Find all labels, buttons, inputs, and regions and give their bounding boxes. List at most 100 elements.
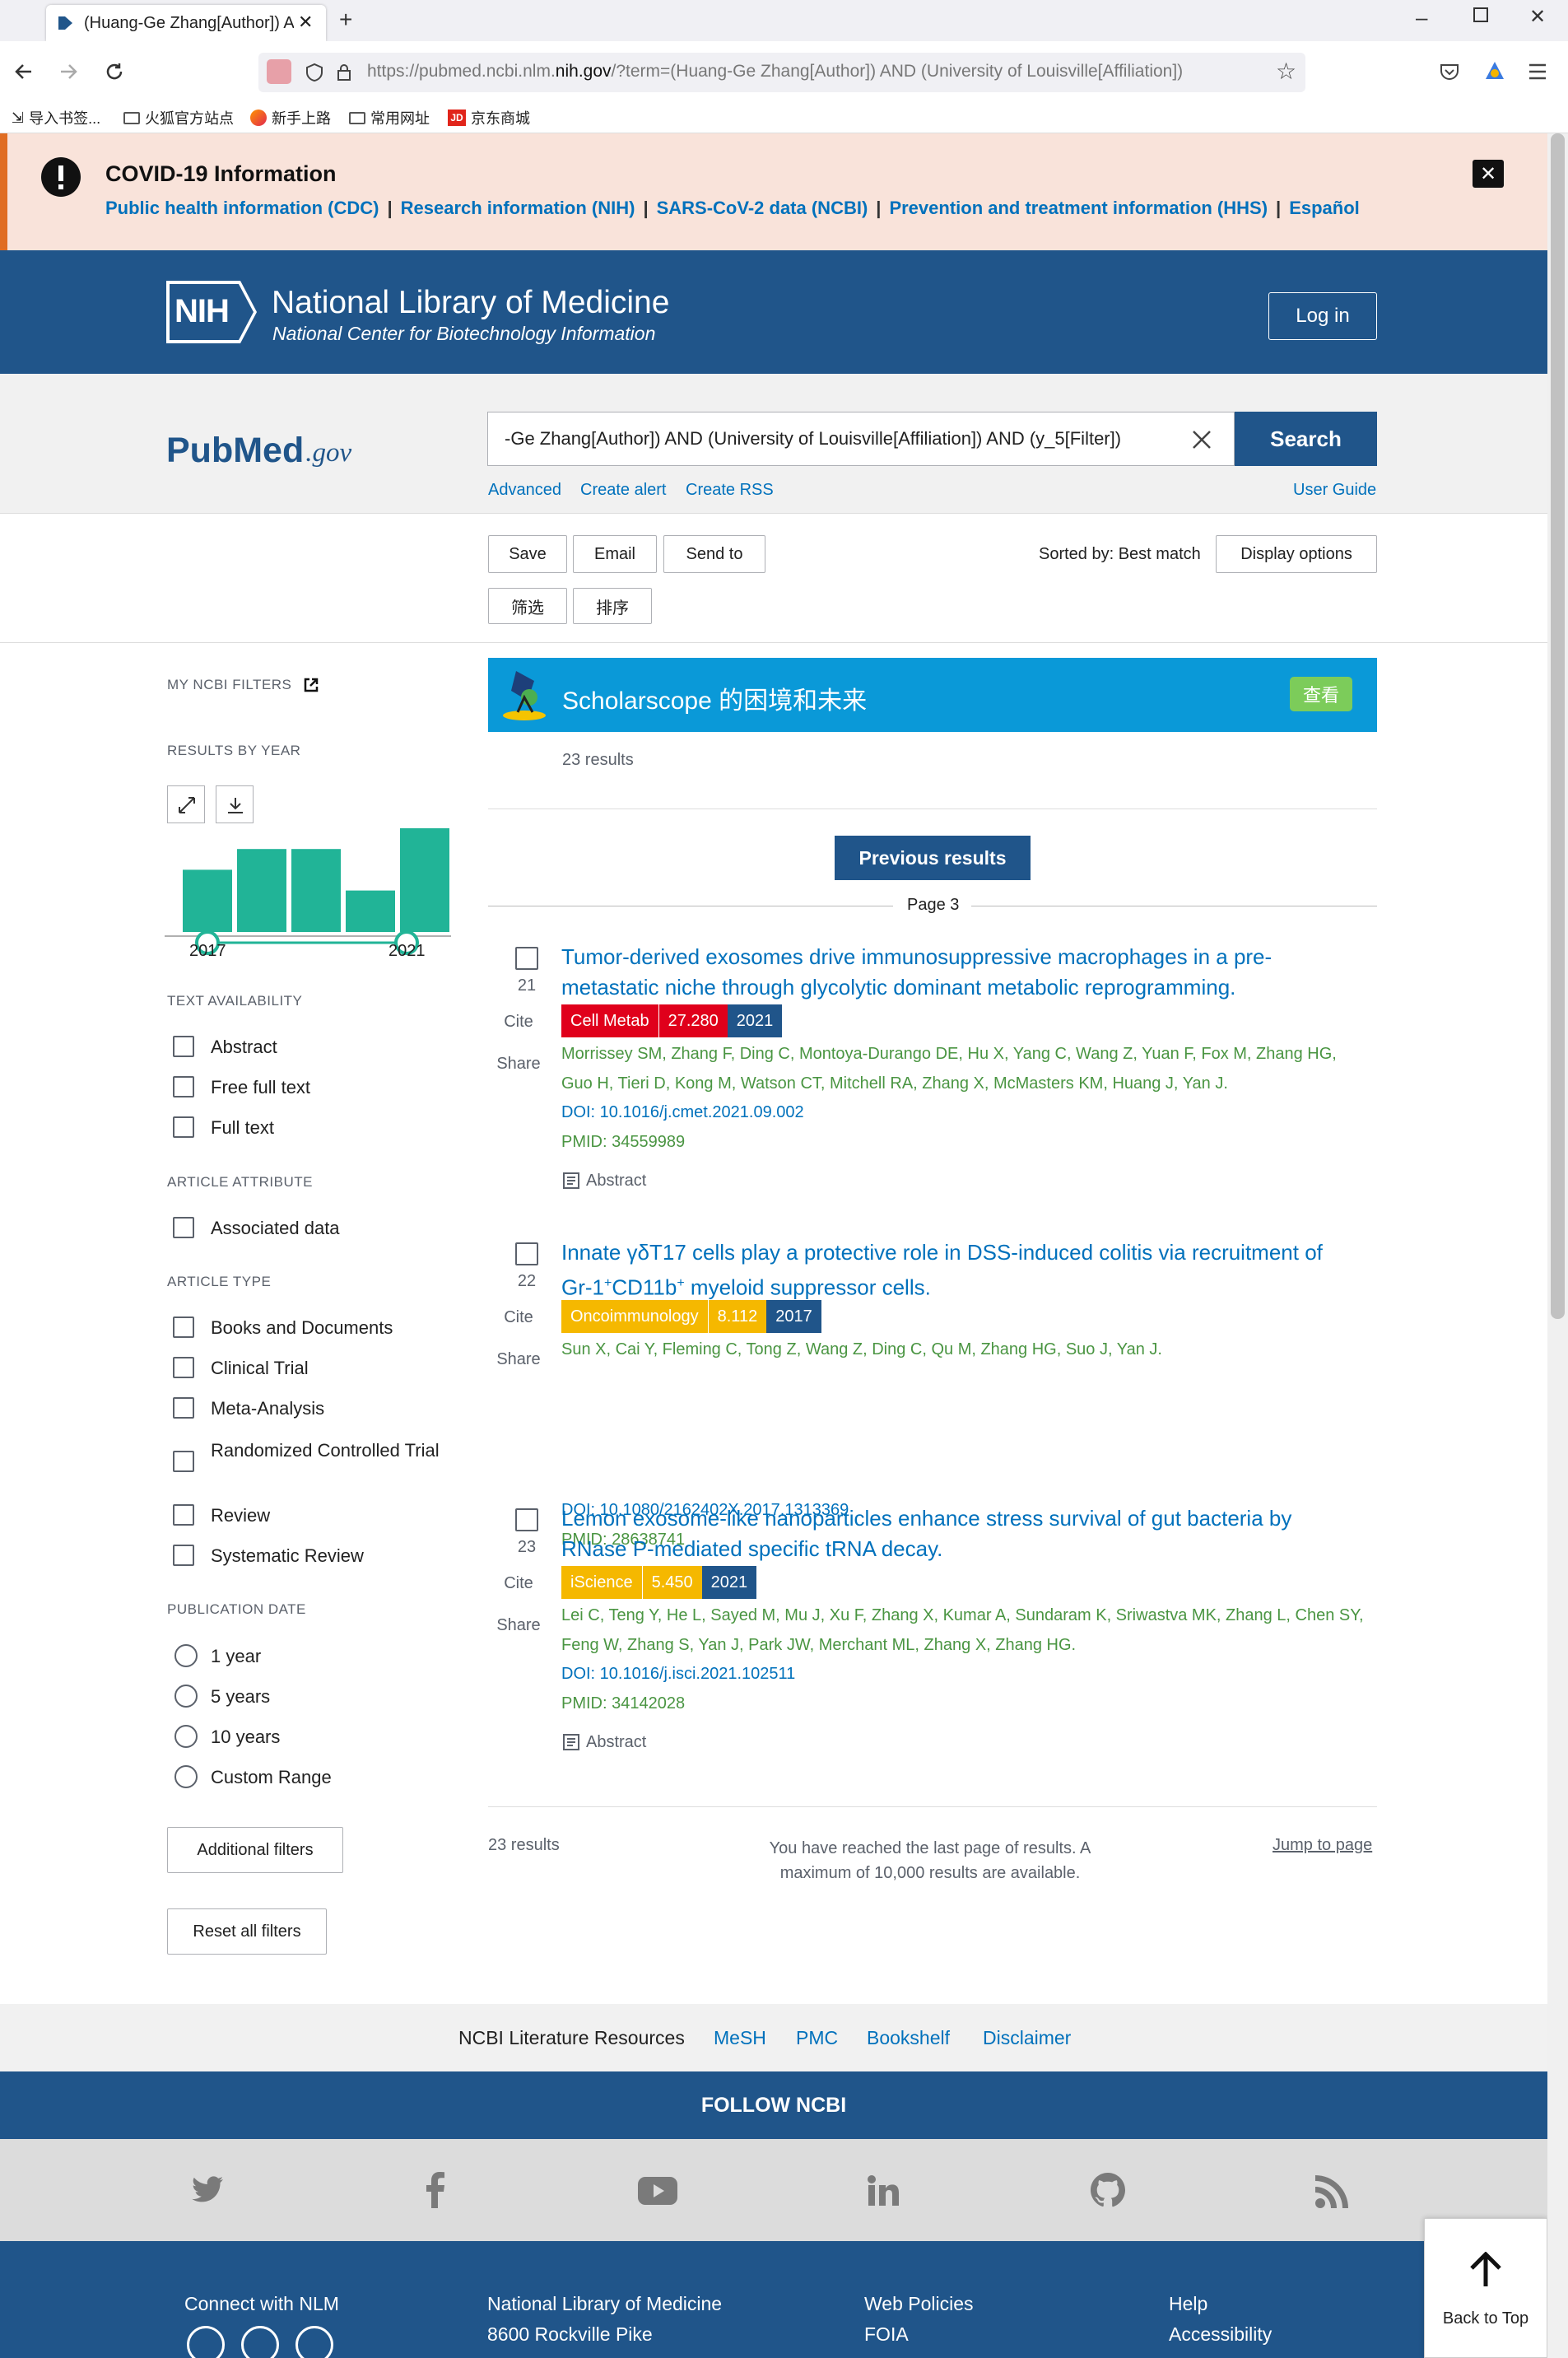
forward-icon[interactable] <box>58 61 79 82</box>
send-to-button[interactable]: Send to <box>663 535 765 573</box>
article-title-link[interactable]: Tumor-derived exosomes drive immunosuppr… <box>561 942 1372 1003</box>
user-guide-link[interactable]: User Guide <box>1293 481 1376 500</box>
additional-filters-button[interactable]: Additional filters <box>167 1827 343 1873</box>
review-checkbox[interactable] <box>173 1504 194 1526</box>
new-tab-icon[interactable]: + <box>339 7 352 33</box>
create-alert-link[interactable]: Create alert <box>580 481 667 500</box>
covid-link-espanol[interactable]: Español <box>1289 198 1360 219</box>
web-policies-link[interactable]: Web Policies <box>864 2289 974 2319</box>
bookmark-firefox-site[interactable]: 火狐官方站点 <box>123 107 234 128</box>
login-button[interactable]: Log in <box>1268 292 1377 340</box>
tab-close-icon[interactable]: ✕ <box>298 12 313 33</box>
menu-icon[interactable] <box>1528 63 1547 81</box>
article-select-checkbox[interactable] <box>515 1242 538 1265</box>
covid-link-ncbi[interactable]: SARS-CoV-2 data (NCBI) <box>657 198 868 219</box>
display-options-button[interactable]: Display options <box>1216 535 1377 573</box>
permissions-icon[interactable] <box>267 59 291 84</box>
bookmark-star-icon[interactable]: ☆ <box>1276 58 1296 85</box>
jump-to-page-link[interactable]: Jump to page <box>1273 1836 1372 1855</box>
twitter-icon[interactable] <box>192 2175 225 2205</box>
cite-link[interactable]: Cite <box>494 1574 543 1593</box>
scrollbar[interactable] <box>1547 133 1568 2358</box>
date-custom-radio[interactable] <box>174 1765 198 1788</box>
window-close-icon[interactable]: ✕ <box>1529 5 1546 29</box>
youtube-icon[interactable] <box>638 2177 677 2205</box>
article-doi[interactable]: DOI: 10.1016/j.cmet.2021.09.002 <box>561 1103 804 1122</box>
year-bar-2021[interactable] <box>400 828 449 932</box>
scholarscope-banner[interactable]: Scholarscope 的困境和未来 查看 <box>488 658 1377 732</box>
sort-button[interactable]: 排序 <box>573 588 652 624</box>
systematic-review-checkbox[interactable] <box>173 1545 194 1566</box>
abstract-checkbox[interactable] <box>173 1036 194 1057</box>
abstract-toggle[interactable]: Abstract <box>561 1171 646 1191</box>
article-select-checkbox[interactable] <box>515 947 538 970</box>
year-bar-2019[interactable] <box>291 849 341 932</box>
footer-bookshelf-link[interactable]: Bookshelf <box>867 2027 950 2049</box>
linkedin-icon[interactable] <box>868 2175 899 2207</box>
footer-mesh-link[interactable]: MeSH <box>714 2027 766 2049</box>
filter-button[interactable]: 筛选 <box>488 588 567 624</box>
foia-link[interactable]: FOIA <box>864 2319 909 2350</box>
full-text-checkbox[interactable] <box>173 1116 194 1138</box>
back-to-top-button[interactable]: Back to Top <box>1424 2218 1547 2358</box>
close-banner-icon[interactable]: ✕ <box>1473 160 1504 188</box>
results-by-year-chart[interactable] <box>165 784 453 1072</box>
article-title-link[interactable]: Innate γδT17 cells play a protective rol… <box>561 1237 1372 1303</box>
footer-pmc-link[interactable]: PMC <box>796 2027 838 2049</box>
create-rss-link[interactable]: Create RSS <box>686 481 774 500</box>
cite-link[interactable]: Cite <box>494 1308 543 1327</box>
save-button[interactable]: Save <box>488 535 567 573</box>
search-input[interactable]: -Ge Zhang[Author]) AND (University of Lo… <box>487 412 1235 466</box>
back-icon[interactable] <box>13 61 35 82</box>
share-link[interactable]: Share <box>494 1055 543 1074</box>
pubmed-logo[interactable]: Pub Med .gov <box>166 413 351 471</box>
browser-tab[interactable]: (Huang-Ge Zhang[Author]) A ✕ <box>46 5 326 41</box>
year-bar-2017[interactable] <box>183 869 232 932</box>
clinical-trial-checkbox[interactable] <box>173 1357 194 1378</box>
my-ncbi-filters[interactable]: MY NCBI FILTERS <box>167 677 319 693</box>
banner-view-button[interactable]: 查看 <box>1290 677 1352 711</box>
bookmark-getting-started[interactable]: 新手上路 <box>250 107 331 128</box>
reload-icon[interactable] <box>104 61 125 82</box>
advanced-link[interactable]: Advanced <box>488 481 561 500</box>
covid-link-cdc[interactable]: Public health information (CDC) <box>105 198 379 219</box>
meta-analysis-checkbox[interactable] <box>173 1397 194 1419</box>
facebook-icon[interactable] <box>426 2172 444 2208</box>
reset-filters-button[interactable]: Reset all filters <box>167 1908 327 1955</box>
email-button[interactable]: Email <box>573 535 657 573</box>
maximize-icon[interactable] <box>1473 7 1488 22</box>
covid-link-nih[interactable]: Research information (NIH) <box>401 198 635 219</box>
pocket-icon[interactable] <box>1439 61 1460 82</box>
clear-search-icon[interactable] <box>1191 429 1212 450</box>
url-bar[interactable]: https://pubmed.ncbi.nlm.nih.gov/?term=(H… <box>258 53 1305 92</box>
bookmark-common-sites[interactable]: 常用网址 <box>349 107 430 128</box>
nlm-youtube-icon[interactable] <box>295 2326 333 2358</box>
article-doi[interactable]: DOI: 10.1016/j.isci.2021.102511 <box>561 1665 795 1684</box>
extension-icon[interactable] <box>1483 59 1506 82</box>
cite-link[interactable]: Cite <box>494 1013 543 1032</box>
help-link[interactable]: Help <box>1169 2289 1207 2319</box>
date-1-year-radio[interactable] <box>174 1644 198 1667</box>
scrollbar-thumb[interactable] <box>1551 133 1565 1319</box>
associated-data-checkbox[interactable] <box>173 1217 194 1238</box>
year-bar-2018[interactable] <box>237 849 286 932</box>
year-bar-2020[interactable] <box>346 890 395 932</box>
date-10-years-radio[interactable] <box>174 1725 198 1748</box>
article-title-link[interactable]: Lemon exosome-like nanoparticles enhance… <box>561 1503 1372 1564</box>
nlm-twitter-icon[interactable] <box>187 2326 225 2358</box>
nlm-facebook-icon[interactable] <box>241 2326 279 2358</box>
share-link[interactable]: Share <box>494 1350 543 1369</box>
article-select-checkbox[interactable] <box>515 1508 538 1531</box>
search-button[interactable]: Search <box>1235 412 1377 466</box>
bookmark-jd[interactable]: JD 京东商城 <box>448 107 530 128</box>
nih-logo[interactable]: NIH <box>166 281 257 343</box>
rct-checkbox[interactable] <box>173 1451 194 1472</box>
free-full-text-checkbox[interactable] <box>173 1076 194 1097</box>
github-icon[interactable] <box>1090 2172 1126 2208</box>
bookmark-import[interactable]: ⇲ 导入书签... <box>12 107 100 128</box>
shield-icon[interactable] <box>305 63 324 82</box>
covid-link-hhs[interactable]: Prevention and treatment information (HH… <box>889 198 1268 219</box>
abstract-toggle[interactable]: Abstract <box>561 1732 646 1752</box>
accessibility-link[interactable]: Accessibility <box>1169 2319 1272 2350</box>
minimize-icon[interactable]: – <box>1416 5 1427 30</box>
